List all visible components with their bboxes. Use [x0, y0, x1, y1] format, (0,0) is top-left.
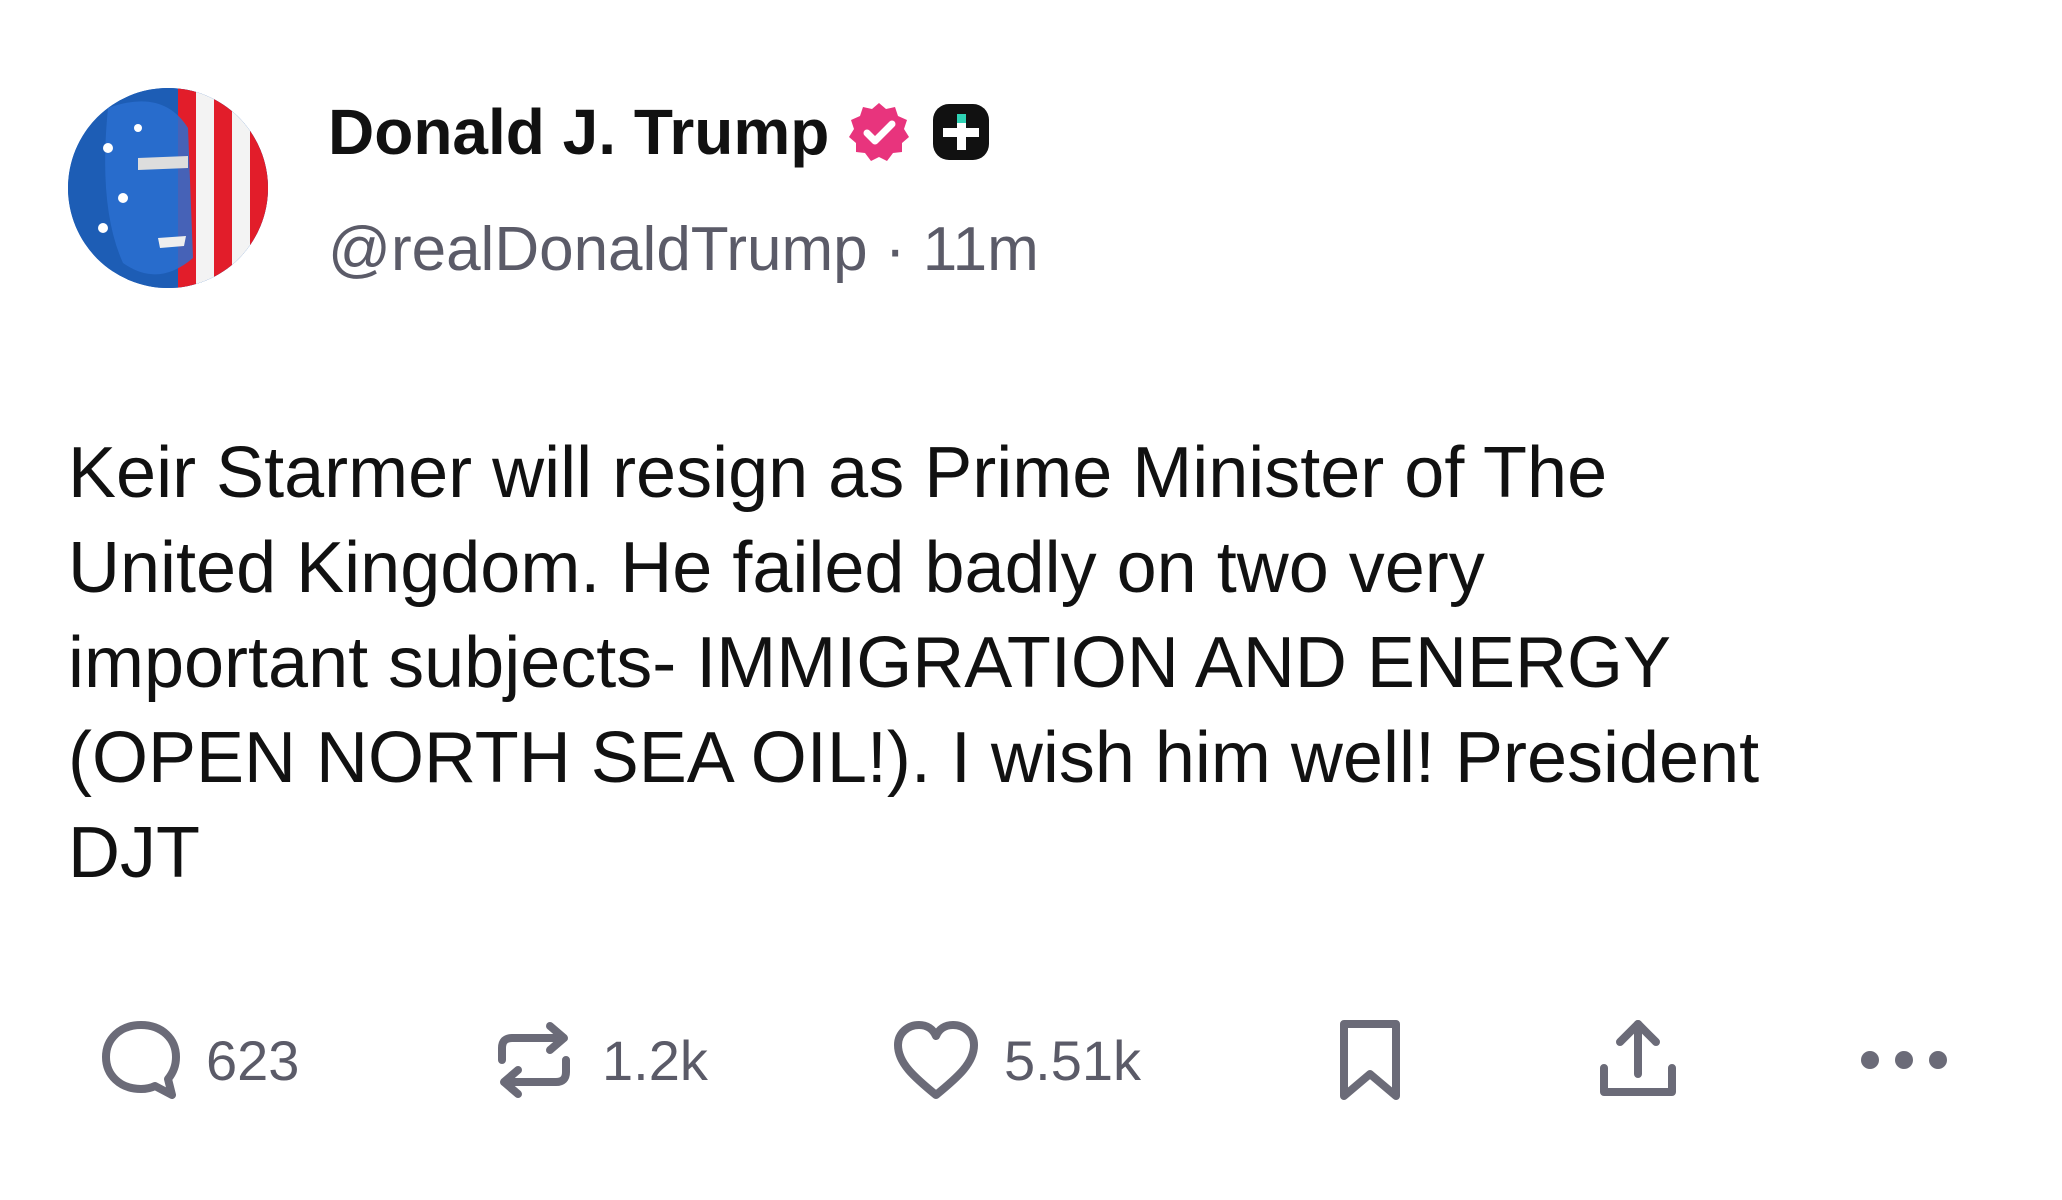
avatar[interactable] [68, 88, 268, 288]
repost-button[interactable]: 1.2k [488, 1010, 708, 1110]
heart-icon [894, 1021, 978, 1099]
author-meta: @realDonaldTrump · 11m [328, 214, 1039, 285]
post-timestamp[interactable]: 11m [923, 215, 1039, 284]
like-button[interactable]: 5.51k [890, 1010, 1141, 1110]
post-card: Donald J. Trump @realDonaldTrump · 11m K… [0, 0, 2062, 1200]
reply-count: 623 [206, 1028, 300, 1092]
author-handle[interactable]: @realDonaldTrump [328, 215, 868, 284]
author-name-row: Donald J. Trump [328, 92, 993, 172]
more-options-button[interactable] [1856, 1010, 1952, 1110]
repost-count: 1.2k [602, 1028, 708, 1092]
author-display-name[interactable]: Donald J. Trump [328, 95, 829, 169]
bookmark-button[interactable] [1332, 1010, 1408, 1110]
share-icon [1600, 1020, 1676, 1096]
like-count: 5.51k [1004, 1028, 1141, 1092]
plus-icon [933, 104, 990, 160]
post-text: Keir Starmer will resign as Prime Minist… [68, 433, 1760, 893]
comment-icon [102, 1021, 180, 1099]
share-button[interactable] [1590, 1010, 1686, 1110]
verified-check-icon [849, 103, 910, 161]
repost-icon [498, 1022, 570, 1098]
more-dots-icon [1861, 1051, 1947, 1069]
meta-separator: · [884, 215, 906, 284]
avatar-image [68, 88, 268, 288]
bookmark-icon [1340, 1020, 1400, 1100]
reply-button[interactable]: 623 [98, 1010, 299, 1110]
action-bar: 623 1.2k 5.51k [0, 1010, 2062, 1110]
